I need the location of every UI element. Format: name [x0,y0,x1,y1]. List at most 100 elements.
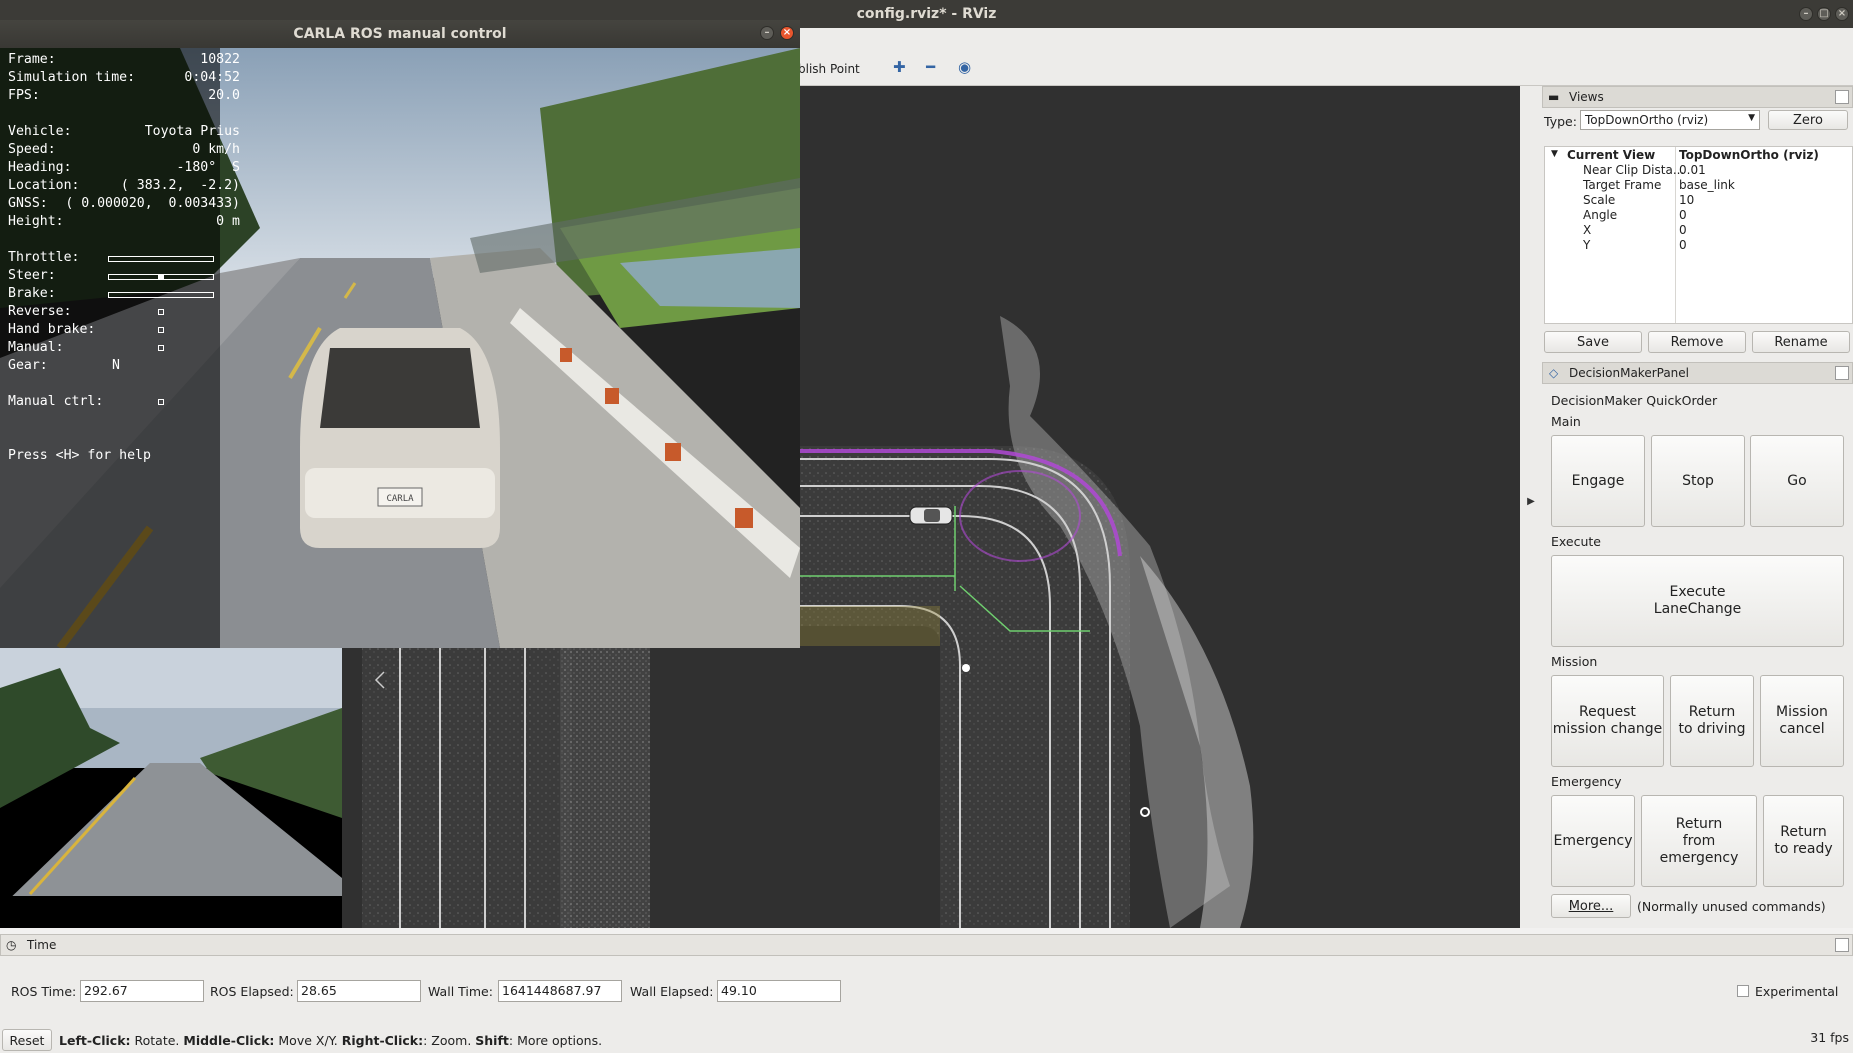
wall-time-label: Wall Time: [428,984,493,999]
help-shift-desc: : More options. [508,1033,603,1048]
hud-gnss-label: GNSS: [8,196,48,211]
prop-value-angle[interactable]: 0 [1679,208,1687,222]
steer-bar [108,274,214,280]
brake-bar [108,292,214,298]
hud-steer: Steer: [8,268,240,283]
request-mission-change-button[interactable]: Request mission change [1551,675,1664,767]
prop-value-target-frame[interactable]: base_link [1679,178,1735,192]
decisionmaker-panel-header: ◇ DecisionMakerPanel [1542,362,1853,384]
close-icon[interactable]: × [1835,7,1849,21]
decisionmaker-title: DecisionMakerPanel [1569,366,1690,380]
go-button[interactable]: Go [1750,435,1844,527]
hud-heading: Heading: -180° S [8,160,240,175]
carla-titlebar[interactable]: CARLA ROS manual control – × [0,20,800,48]
hud-help-hint: Press <H> for help [8,448,151,463]
prop-value-current-view[interactable]: TopDownOrtho (rviz) [1679,148,1819,162]
view-type-select[interactable]: TopDownOrtho (rviz) ▼ [1580,110,1760,130]
hud-gnss-value: ( 0.000020, 0.003433) [65,196,240,211]
minus-icon[interactable]: ━ [926,58,935,76]
more-button[interactable]: More... [1551,894,1631,918]
hud-speed-label: Speed: [8,142,56,157]
help-shift-key: Shift [475,1033,509,1048]
hud-heading-value: -180° S [176,160,240,175]
carla-close-icon[interactable]: × [780,26,794,40]
throttle-bar [108,256,214,262]
main-section-label: Main [1551,414,1581,429]
hud-handbrake-label: Hand brake: [8,322,96,337]
ros-elapsed-field[interactable]: 28.65 [297,980,421,1002]
hud-frame-value: 10822 [200,52,240,67]
save-view-button[interactable]: Save [1544,331,1642,353]
prop-value-near-clip[interactable]: 0.01 [1679,163,1706,177]
ros-time-label: ROS Time: [11,984,77,999]
prop-name-scale: Scale [1583,193,1616,207]
hud-manual-ctrl-label: Manual ctrl: [8,394,104,409]
hud-height: Height: 0 m [8,214,240,229]
engage-button[interactable]: Engage [1551,435,1645,527]
prop-name-y: Y [1583,238,1591,252]
help-middle-key: Middle-Click: [183,1033,275,1048]
views-title: Views [1569,90,1604,104]
maximize-icon[interactable]: □ [1817,7,1831,21]
mission-cancel-button[interactable]: Mission cancel [1760,675,1844,767]
hud-manual-ctrl: Manual ctrl: [8,394,240,409]
views-close-icon[interactable] [1835,90,1849,104]
wall-elapsed-field[interactable]: 49.10 [717,980,841,1002]
steer-bar-marker [158,274,164,280]
wall-time-field[interactable]: 1641448687.97 [498,980,622,1002]
secondary-camera-view [0,648,342,928]
experimental-checkbox[interactable] [1737,985,1749,997]
help-left-key: Left-Click: [59,1033,131,1048]
return-to-ready-button[interactable]: Return to ready [1763,795,1844,887]
help-middle-desc: Move X/Y. [274,1033,342,1048]
handbrake-indicator [158,327,164,333]
manual-indicator [158,345,164,351]
hud-vehicle-label: Vehicle: [8,124,72,139]
panel-collapse-arrow[interactable]: ▶ [1520,86,1542,928]
plus-icon[interactable]: ✚ [893,58,906,76]
hud-frame: Frame: 10822 [8,52,240,67]
experimental-label: Experimental [1755,984,1839,999]
reset-button[interactable]: Reset [2,1029,52,1051]
views-property-tree[interactable]: ▼ Current View TopDownOrtho (rviz) Near … [1544,146,1853,324]
hud-throttle-label: Throttle: [8,250,80,265]
prop-name-angle: Angle [1583,208,1618,222]
decisionmaker-close-icon[interactable] [1835,366,1849,380]
emergency-button[interactable]: Emergency [1551,795,1635,887]
execute-lanechange-button[interactable]: Execute LaneChange [1551,555,1844,647]
return-from-emergency-button[interactable]: Return from emergency [1641,795,1757,887]
license-plate: CARLA [386,494,414,504]
hud-manual-label: Manual: [8,340,64,355]
hud-gear: Gear: N [8,358,240,373]
hud-vehicle: Vehicle: Toyota Prius [8,124,240,139]
publish-point-tool[interactable]: blish Point [798,62,860,76]
prop-name-target-frame: Target Frame [1583,178,1662,192]
prop-value-x[interactable]: 0 [1679,223,1687,237]
expand-arrow-icon[interactable]: ▼ [1551,149,1558,159]
wall-elapsed-label: Wall Elapsed: [630,984,714,999]
hud-gnss: GNSS: ( 0.000020, 0.003433) [8,196,240,211]
view-type-label: Type: [1544,114,1577,129]
prop-value-y[interactable]: 0 [1679,238,1687,252]
carla-hud: Frame: 10822 Simulation time: 0:04:52 FPS:… [0,48,240,648]
hud-gear-label: Gear: [8,358,48,373]
ros-time-field[interactable]: 292.67 [80,980,204,1002]
prop-name-current-view: Current View [1567,148,1656,162]
return-to-driving-button[interactable]: Return to driving [1670,675,1754,767]
hud-reverse: Reverse: [8,304,240,319]
zero-button[interactable]: Zero [1768,110,1848,130]
prop-value-scale[interactable]: 10 [1679,193,1694,207]
status-help-text: Left-Click: Rotate. Middle-Click: Move X… [59,1033,602,1048]
stop-button[interactable]: Stop [1651,435,1745,527]
remove-view-button[interactable]: Remove [1648,331,1746,353]
carla-minimize-icon[interactable]: – [760,26,774,40]
hud-location-value: ( 383.2, -2.2) [120,178,240,193]
hud-brake: Brake: [8,286,240,301]
minimize-icon[interactable]: – [1799,7,1813,21]
fps-readout: 31 fps [1810,1030,1849,1045]
hud-fps-value: 20.0 [208,88,240,103]
eye-icon[interactable]: ◉ [958,58,971,76]
rename-view-button[interactable]: Rename [1752,331,1850,353]
hud-manual: Manual: [8,340,240,355]
time-close-icon[interactable] [1835,938,1849,952]
